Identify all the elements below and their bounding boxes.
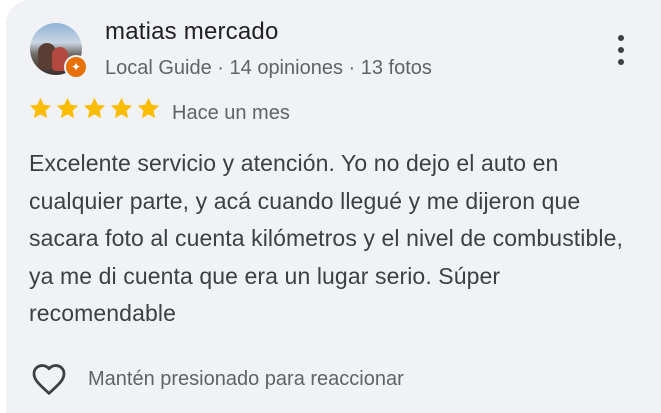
react-button[interactable]: Mantén presionado para reaccionar: [30, 362, 404, 396]
heart-outline-icon: [32, 364, 66, 395]
star-icon: [56, 97, 79, 119]
star-rating: [28, 96, 161, 121]
react-label: Mantén presionado para reaccionar: [88, 367, 404, 390]
reviewer-avatar[interactable]: ✦: [30, 23, 88, 79]
more-options-button[interactable]: [606, 30, 636, 70]
review-text: Excelente servicio y atención. Yo no dej…: [29, 150, 623, 326]
star-icon: [83, 97, 106, 119]
reviewer-name[interactable]: matias mercado: [105, 18, 279, 46]
reviewer-meta: Local Guide · 14 opiniones · 13 fotos: [105, 57, 432, 79]
more-vert-icon: [618, 47, 624, 53]
star-icon: [137, 97, 160, 119]
review-card: ✦ matias mercado Local Guide · 14 opinio…: [6, 0, 661, 413]
review-time: Hace un mes: [172, 102, 290, 124]
star-icon: [110, 97, 133, 119]
local-guide-badge-icon: ✦: [64, 55, 88, 79]
more-vert-icon: [618, 35, 624, 41]
star-icon: [29, 97, 52, 119]
more-vert-icon: [618, 59, 624, 65]
